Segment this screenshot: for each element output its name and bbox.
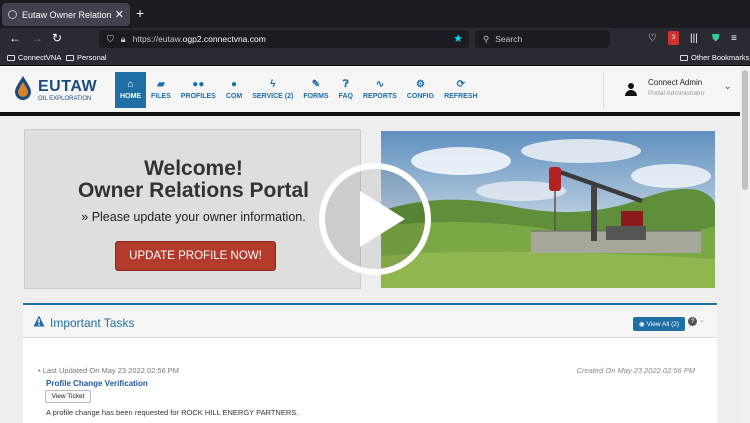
- menu-icon[interactable]: ≡: [731, 33, 737, 44]
- nav-config[interactable]: ⚙ CONFIG: [402, 72, 439, 108]
- search-placeholder: Search: [495, 34, 523, 44]
- tab-title: Eutaw Owner Relations powered: [22, 9, 111, 20]
- folder-icon: [680, 54, 688, 61]
- url-prefix: https://eutaw.: [132, 34, 183, 44]
- nav-reports[interactable]: ∿ REPORTS: [358, 72, 402, 108]
- user-menu[interactable]: Connect Admin Portal Administrator ⌄: [603, 72, 740, 108]
- other-bookmarks[interactable]: Other Bookmarks: [680, 53, 749, 62]
- chevron-down-icon[interactable]: ⌄: [699, 316, 705, 324]
- tasks-header: Important Tasks ◉ View All (2) ? ⌄: [23, 305, 717, 338]
- task-updated: • Last Updated On May 23 2022 02:56 PM: [38, 366, 180, 375]
- oil-drop-icon: [15, 76, 31, 100]
- folder-icon: [7, 54, 15, 61]
- site-header: EUTAW OIL EXPLORATION ⌂ HOME ▰ FILES ●● PRO…: [0, 66, 740, 112]
- forward-arrow-icon[interactable]: →: [31, 31, 43, 45]
- site-favicon-icon: [8, 10, 17, 19]
- refresh-icon: ⟳: [456, 79, 465, 90]
- search-input[interactable]: ⚲ Search: [475, 30, 610, 48]
- chevron-down-icon[interactable]: ⌄: [724, 81, 732, 92]
- home-icon: ⌂: [127, 79, 134, 90]
- nav-com[interactable]: ● COM: [221, 72, 247, 108]
- user-name: Connect Admin: [648, 78, 703, 87]
- help-icon[interactable]: ?: [688, 317, 697, 326]
- gear-icon: ⚙: [415, 79, 425, 90]
- shield-icon[interactable]: ⛉: [107, 34, 114, 45]
- users-icon: ●●: [192, 79, 205, 90]
- eutaw-logo[interactable]: EUTAW OIL EXPLORATION: [12, 75, 102, 105]
- tasks-title: Important Tasks: [50, 316, 135, 330]
- welcome-heading: Welcome!: [144, 157, 243, 180]
- search-icon: ⚲: [483, 33, 490, 44]
- view-ticket-button[interactable]: View Ticket: [45, 390, 91, 403]
- page-scrollbar[interactable]: [740, 66, 750, 423]
- browser-tab[interactable]: Eutaw Owner Relations powered ✕: [2, 3, 130, 26]
- library-icon[interactable]: |||: [690, 33, 698, 44]
- bookmark-star-icon[interactable]: ★: [453, 32, 463, 45]
- nav-home[interactable]: ⌂ HOME: [115, 72, 146, 108]
- update-profile-button[interactable]: UPDATE PROFILE NOW!: [115, 241, 276, 271]
- browser-nav-bar: ← → ↻ ⛉ 🔒︎ https://eutaw. ogp2.connectvna…: [0, 28, 750, 50]
- url-domain: ogp2.connectvna.com: [182, 34, 266, 44]
- nav-faq[interactable]: ❓︎ FAQ: [334, 72, 358, 108]
- welcome-panel: Welcome! Owner Relations Portal » Please…: [24, 129, 361, 289]
- logo-subtext: OIL EXPLORATION: [38, 96, 92, 102]
- view-all-button[interactable]: ◉ View All (2): [633, 317, 685, 331]
- chat-icon: ●: [231, 79, 238, 90]
- reload-icon[interactable]: ↻: [52, 31, 62, 45]
- nav-profiles[interactable]: ●● PROFILES: [176, 72, 221, 108]
- bookmarks-bar: ConnectVNA Personal Other Bookmarks: [0, 50, 750, 66]
- nav-refresh[interactable]: ⟳ REFRESH: [439, 72, 482, 108]
- nav-forms[interactable]: ✎ FORMS: [298, 72, 333, 108]
- header-divider: [0, 112, 740, 116]
- warning-icon: [33, 315, 45, 327]
- welcome-subtext: » Please update your owner information.: [81, 210, 306, 224]
- main-nav: ⌂ HOME ▰ FILES ●● PROFILES ● COM ϟ SERVICE (2…: [115, 72, 483, 108]
- eye-icon: ◉: [638, 321, 645, 328]
- extension-badge-icon[interactable]: 3: [668, 31, 679, 45]
- bookmark-connectvna[interactable]: ConnectVNA: [7, 53, 61, 62]
- edit-icon: ✎: [311, 79, 321, 90]
- lock-icon[interactable]: 🔒︎: [121, 34, 126, 45]
- question-icon: ❓︎: [342, 79, 349, 90]
- task-title-link[interactable]: Profile Change Verification: [46, 379, 148, 388]
- address-bar[interactable]: ⛉ 🔒︎ https://eutaw. ogp2.connectvna.com ★: [99, 30, 469, 48]
- bookmark-personal[interactable]: Personal: [66, 53, 107, 62]
- logo-text: EUTAW: [38, 78, 98, 95]
- chart-icon: ∿: [375, 79, 385, 90]
- back-arrow-icon[interactable]: ←: [9, 31, 21, 45]
- bolt-icon: ϟ: [270, 79, 276, 90]
- extension-shield-icon[interactable]: ⛊: [712, 33, 720, 44]
- nav-service[interactable]: ϟ SERVICE (2): [247, 72, 298, 108]
- important-tasks-panel: Important Tasks ◉ View All (2) ? ⌄ • Last…: [23, 303, 717, 423]
- close-tab-icon[interactable]: ✕: [115, 8, 124, 21]
- user-role: Portal Administrator: [648, 90, 705, 97]
- new-tab-icon[interactable]: +: [136, 5, 144, 21]
- task-created: Created On May 23 2022 02:56 PM: [576, 366, 695, 375]
- nav-files[interactable]: ▰ FILES: [146, 72, 176, 108]
- folder-icon: [66, 54, 74, 61]
- portal-heading: Owner Relations Portal: [77, 179, 310, 202]
- task-description: A profile change has been requested for …: [46, 408, 299, 417]
- folder-icon: ▰: [157, 79, 165, 90]
- pocket-icon[interactable]: ♡: [648, 33, 657, 44]
- user-icon: [625, 83, 637, 96]
- scrollbar-thumb[interactable]: [742, 70, 748, 190]
- video-play-icon[interactable]: [317, 161, 433, 277]
- browser-tab-bar: Eutaw Owner Relations powered ✕ +: [0, 0, 750, 28]
